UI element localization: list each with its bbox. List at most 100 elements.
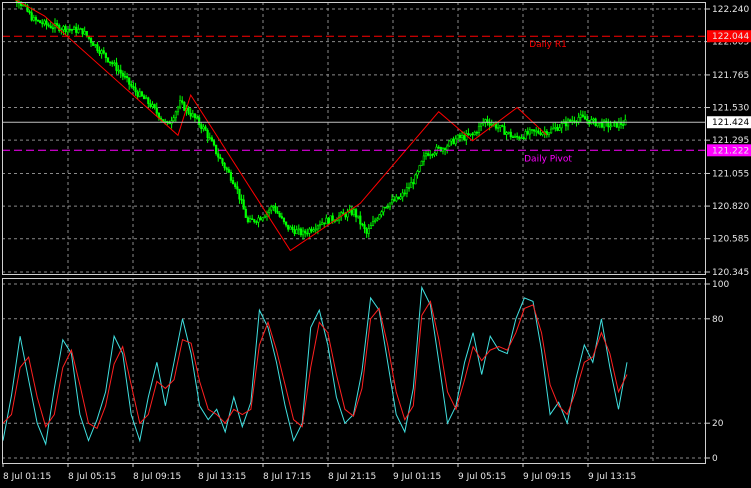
candle-body [376, 218, 379, 221]
candle-body [117, 69, 120, 72]
pivot-price-tag-text: 121.222 [712, 146, 749, 156]
candle-body [522, 137, 525, 139]
candle-body [85, 30, 88, 37]
candle-body [600, 121, 604, 128]
price-tick-label: 121.765 [712, 71, 749, 81]
candle-body [365, 228, 368, 234]
candle-body [420, 160, 423, 166]
candle-body [494, 123, 498, 129]
candle-body [327, 217, 330, 224]
candle-body [443, 148, 447, 151]
candle-body [533, 129, 536, 132]
candle-body [263, 215, 266, 219]
candle-body [36, 19, 40, 22]
candle-body [130, 84, 133, 87]
time-axis[interactable]: 8 Jul 01:15 8 Jul 05:15 8 Jul 09:15 8 Jul 1… [2, 463, 636, 482]
candle-body [261, 217, 264, 221]
candle-body [304, 230, 307, 234]
candle-body [174, 111, 177, 119]
candle-body [221, 158, 224, 164]
candle-body [70, 29, 74, 31]
candle-body [49, 25, 52, 29]
candle-body [586, 118, 589, 121]
candle-body [280, 216, 283, 219]
candle-body [278, 212, 281, 217]
candle-body [238, 188, 241, 200]
candle-body [109, 61, 112, 64]
candle-body [344, 213, 347, 218]
price-tick-label: 120.345 [712, 268, 749, 278]
candle-body [558, 127, 561, 131]
candle-body [566, 119, 570, 127]
candle-body [552, 127, 555, 130]
candle-body [89, 38, 93, 43]
candle-body [72, 26, 76, 30]
time-tick-label: 8 Jul 01:15 [3, 472, 51, 482]
candle-body [295, 229, 298, 235]
price-axis[interactable]: 122.240122.005121.765121.530121.295121.0… [706, 5, 749, 278]
candle-body [405, 187, 409, 194]
stochastic-signal-line [2, 300, 628, 430]
candle-body [123, 75, 127, 78]
candle-body [499, 125, 502, 128]
candle-body [452, 138, 455, 145]
candle-body [526, 131, 529, 135]
candle-body [511, 136, 515, 139]
candle-body [195, 117, 199, 120]
stoch-tick-label: 0 [712, 454, 718, 464]
candle-body [388, 202, 392, 208]
candle-body [147, 97, 150, 104]
price-tick-label: 120.585 [712, 235, 749, 245]
zigzag-indicator [14, 0, 548, 252]
trading-chart-window[interactable]: Daily R1 Daily Pivot 122.240 122.005 121.7… [0, 0, 751, 484]
candle-body [100, 50, 103, 54]
candle-body [30, 12, 33, 21]
candle-body [617, 121, 621, 128]
candle-body [149, 103, 152, 107]
candle-body [471, 133, 474, 136]
candle-body [81, 28, 84, 35]
candle-body [516, 135, 519, 138]
candle-body [189, 112, 192, 117]
candle-body [183, 102, 186, 111]
candle-body [248, 218, 252, 223]
candle-body [270, 206, 273, 211]
stochastic-panel-frame [2, 278, 706, 464]
candle-body [422, 155, 425, 162]
candle-body [369, 225, 372, 229]
candle-body [210, 137, 213, 142]
candle-body [301, 230, 305, 236]
candle-body [138, 91, 141, 97]
candle-body [331, 215, 334, 221]
r1-price-tag-text: 122.044 [712, 32, 749, 42]
candle-body [467, 133, 470, 136]
candle-body [583, 116, 587, 120]
candle-body [361, 223, 364, 226]
candle-body [176, 106, 180, 113]
candle-body [454, 138, 457, 145]
candle-body [236, 186, 239, 190]
candle-body [257, 217, 260, 223]
candle-body [418, 165, 421, 172]
candle-body [520, 137, 523, 139]
candle-body [549, 128, 553, 134]
candle-body [297, 228, 300, 231]
candle-body [215, 144, 218, 155]
candle-body [507, 131, 510, 134]
candle-body [469, 133, 472, 136]
candle-body [433, 152, 436, 156]
candle-body [395, 196, 398, 202]
candle-body [314, 228, 317, 231]
candle-body [528, 129, 531, 135]
candle-body [155, 107, 158, 114]
candle-body [231, 180, 235, 185]
candle-body [458, 134, 462, 138]
candle-body [450, 138, 453, 142]
candle-body [596, 122, 599, 127]
chart-canvas[interactable]: Daily R1 Daily Pivot 122.240122.005121.7… [0, 0, 751, 484]
candle-body [579, 114, 582, 118]
candle-body [441, 148, 445, 152]
zigzag-line [14, 0, 548, 252]
candle-body [505, 132, 508, 135]
candle-body [446, 145, 449, 151]
